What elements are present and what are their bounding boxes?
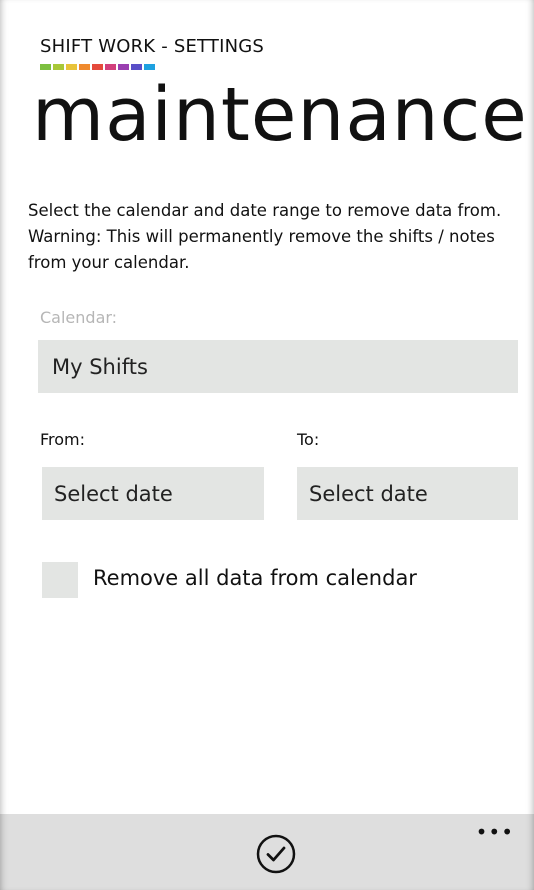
- color-swatch: [105, 64, 116, 70]
- from-date-value: Select date: [54, 481, 173, 506]
- from-date-picker[interactable]: Select date: [42, 467, 264, 520]
- color-swatch: [53, 64, 64, 70]
- calendar-label: Calendar:: [40, 308, 118, 327]
- calendar-picker-value: My Shifts: [52, 354, 148, 379]
- confirm-button[interactable]: [254, 832, 298, 876]
- color-swatch: [92, 64, 103, 70]
- from-label: From:: [40, 430, 86, 449]
- app-title: SHIFT WORK - SETTINGS: [40, 36, 265, 57]
- color-swatch: [118, 64, 129, 70]
- pivot-item-maintenance[interactable]: maintenance: [32, 72, 528, 158]
- to-label: To:: [297, 430, 320, 449]
- more-options-button[interactable]: •••: [476, 820, 514, 844]
- color-swatch: [131, 64, 142, 70]
- color-swatch: [79, 64, 90, 70]
- remove-all-checkbox[interactable]: [42, 562, 78, 598]
- to-date-value: Select date: [309, 481, 428, 506]
- color-strip: [40, 64, 155, 70]
- color-swatch: [66, 64, 77, 70]
- calendar-picker[interactable]: My Shifts: [38, 340, 518, 393]
- instructions-text: Select the calendar and date range to re…: [28, 201, 502, 272]
- pivot-header: maintenanced: [32, 72, 534, 158]
- app-bar: •••: [0, 814, 534, 890]
- settings-screen: SHIFT WORK - SETTINGS maintenanced Selec…: [0, 0, 534, 890]
- color-swatch: [40, 64, 51, 70]
- to-date-picker[interactable]: Select date: [297, 467, 518, 520]
- color-swatch: [144, 64, 155, 70]
- check-circle-icon: [256, 834, 296, 874]
- remove-all-label[interactable]: Remove all data from calendar: [93, 566, 417, 590]
